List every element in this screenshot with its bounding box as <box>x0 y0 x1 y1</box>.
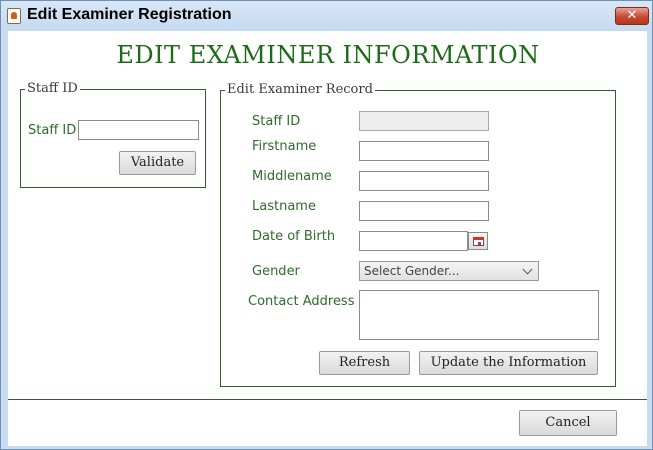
date-of-birth-field[interactable] <box>359 231 468 251</box>
refresh-button[interactable]: Refresh <box>319 351 410 375</box>
date-of-birth-label: Date of Birth <box>252 229 336 244</box>
edit-record-group-legend: Edit Examiner Record <box>225 82 375 98</box>
dialog-window: Edit Examiner Registration ✕ EDIT EXAMIN… <box>0 0 653 450</box>
update-information-button[interactable]: Update the Information <box>419 351 598 375</box>
gender-label: Gender <box>252 264 300 279</box>
record-staff-id-label: Staff ID <box>252 114 301 129</box>
contact-address-label: Contact Address <box>248 294 355 309</box>
contact-address-field[interactable] <box>359 290 599 340</box>
date-picker-button[interactable] <box>468 232 488 250</box>
edit-examiner-record-group: Edit Examiner Record Staff ID Firstname … <box>220 82 616 387</box>
gender-select[interactable]: Select Gender... <box>359 261 539 281</box>
java-app-icon <box>7 8 21 24</box>
title-bar[interactable]: Edit Examiner Registration ✕ <box>1 1 652 31</box>
gender-selected-value: Select Gender... <box>364 264 460 278</box>
firstname-label: Firstname <box>252 139 317 154</box>
firstname-field[interactable] <box>359 141 489 161</box>
chevron-down-icon <box>522 264 533 275</box>
staff-id-label: Staff ID <box>28 123 77 138</box>
window-title: Edit Examiner Registration <box>27 6 232 23</box>
cancel-button[interactable]: Cancel <box>519 410 617 436</box>
lastname-field[interactable] <box>359 201 489 221</box>
dialog-content: EDIT EXAMINER INFORMATION Staff ID Staff… <box>8 31 647 446</box>
lastname-label: Lastname <box>252 199 316 214</box>
calendar-icon <box>473 237 484 246</box>
middlename-label: Middlename <box>252 169 332 184</box>
record-staff-id-field <box>359 111 489 131</box>
staff-id-search-input[interactable] <box>78 120 199 140</box>
page-title: EDIT EXAMINER INFORMATION <box>116 41 540 69</box>
close-icon[interactable]: ✕ <box>615 7 649 25</box>
footer-divider <box>8 399 647 400</box>
validate-button[interactable]: Validate <box>119 151 196 175</box>
middlename-field[interactable] <box>359 171 489 191</box>
staff-id-group: Staff ID Staff ID Validate <box>20 81 206 188</box>
staff-id-group-legend: Staff ID <box>25 81 80 97</box>
